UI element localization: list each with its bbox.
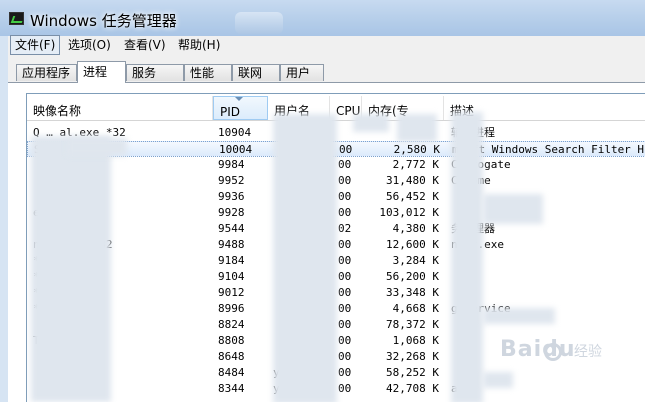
cell-memory: 78,372 K bbox=[386, 318, 439, 331]
cell-pid: 9012 bbox=[218, 286, 245, 299]
baidu-paw-icon bbox=[544, 343, 562, 361]
tab-networking[interactable]: 联网 bbox=[232, 64, 280, 81]
cell-cpu: 00 bbox=[338, 206, 352, 219]
cell-pid: 9952 bbox=[218, 174, 245, 187]
cell-memory: 12,600 K bbox=[386, 238, 439, 251]
cell-memory: 2,772 K bbox=[392, 158, 439, 171]
tab-performance[interactable]: 性能 bbox=[184, 64, 232, 81]
tab-strip: 应用程序 进程 服务 性能 联网 用户 bbox=[8, 56, 645, 83]
tab-processes[interactable]: 进程 bbox=[77, 61, 126, 83]
cell-memory: 4,380 K bbox=[392, 222, 439, 235]
cell-pid: 8996 bbox=[218, 302, 245, 315]
blur-overlay-desc3 bbox=[483, 308, 555, 324]
cell-memory: 2,580 K bbox=[393, 143, 440, 156]
cell-pid: 8824 bbox=[218, 318, 245, 331]
cell-cpu: 00 bbox=[338, 190, 352, 203]
cell-cpu: 00 bbox=[338, 174, 352, 187]
window-title: Windows 任务管理器 bbox=[30, 12, 177, 30]
cell-pid: 9936 bbox=[218, 190, 245, 203]
menu-options[interactable]: 选项(O) bbox=[64, 36, 115, 54]
blur-overlay-row2 bbox=[67, 138, 127, 156]
cell-memory: 103,012 K bbox=[379, 206, 439, 219]
cell-memory: 32,268 K bbox=[386, 350, 439, 363]
cell-pid: 9544 bbox=[218, 222, 245, 235]
blur-overlay-mem-top bbox=[397, 114, 437, 142]
column-pid-label: PID bbox=[220, 105, 241, 119]
tab-applications[interactable]: 应用程序 bbox=[16, 64, 77, 81]
column-pid[interactable]: PID bbox=[213, 96, 268, 120]
tab-users[interactable]: 用户 bbox=[280, 64, 324, 81]
blur-overlay-cpu-top bbox=[353, 114, 389, 132]
cell-cpu: 00 bbox=[338, 334, 352, 347]
blur-overlay-desc2 bbox=[483, 194, 543, 224]
cell-cpu: 00 bbox=[339, 143, 353, 156]
window-glass-highlight bbox=[235, 12, 283, 34]
blur-overlay-names bbox=[31, 136, 111, 402]
cell-cpu: 00 bbox=[338, 254, 352, 267]
cell-pid: 8648 bbox=[218, 350, 245, 363]
cell-pid: 9488 bbox=[218, 238, 245, 251]
cell-memory: 56,452 K bbox=[386, 190, 439, 203]
cell-pid: 10904 bbox=[218, 126, 252, 139]
cell-memory: 58,252 K bbox=[386, 366, 439, 379]
title-bar[interactable]: Windows 任务管理器 bbox=[0, 0, 645, 36]
cell-cpu: 00 bbox=[338, 158, 352, 171]
cell-cpu: 00 bbox=[338, 350, 352, 363]
menu-file[interactable]: 文件(F) bbox=[10, 35, 61, 55]
cell-pid: 9104 bbox=[218, 270, 245, 283]
cell-memory: 3,284 K bbox=[392, 254, 439, 267]
cell-cpu: 00 bbox=[338, 382, 352, 395]
blur-overlay-users bbox=[273, 114, 337, 402]
cell-memory: 31,480 K bbox=[386, 174, 439, 187]
watermark-sub: 经验 bbox=[574, 344, 602, 360]
cell-cpu: 02 bbox=[338, 222, 352, 235]
sort-descending-icon bbox=[235, 97, 243, 101]
cell-memory: 4,668 K bbox=[392, 302, 439, 315]
baidu-watermark: Baidu 经验 bbox=[500, 337, 620, 377]
watermark-brand: Baidu bbox=[500, 337, 576, 362]
blur-overlay-desc bbox=[451, 112, 483, 402]
cell-pid: 8808 bbox=[218, 334, 245, 347]
cell-memory: 33,348 K bbox=[386, 286, 439, 299]
cell-pid: 8344 bbox=[218, 382, 245, 395]
cell-pid: 9184 bbox=[218, 254, 245, 267]
cell-pid: 10004 bbox=[219, 143, 253, 156]
menu-help[interactable]: 帮助(H) bbox=[174, 36, 224, 54]
cell-cpu: 00 bbox=[338, 238, 352, 251]
cell-pid: 9928 bbox=[218, 206, 245, 219]
cell-cpu: 00 bbox=[338, 302, 352, 315]
cell-cpu: 00 bbox=[338, 318, 352, 331]
cell-cpu: 00 bbox=[338, 286, 352, 299]
task-manager-icon bbox=[9, 12, 24, 25]
cell-pid: 8484 bbox=[218, 366, 245, 379]
menu-view[interactable]: 查看(V) bbox=[120, 36, 170, 54]
menu-bar: 文件(F) 选项(O) 查看(V) 帮助(H) bbox=[8, 35, 645, 56]
cell-cpu: 00 bbox=[338, 270, 352, 283]
cell-memory: 42,708 K bbox=[386, 382, 439, 395]
cell-memory: 1,068 K bbox=[392, 334, 439, 347]
cell-memory: 56,200 K bbox=[386, 270, 439, 283]
column-image-name[interactable]: 映像名称 bbox=[27, 96, 213, 120]
cell-pid: 9984 bbox=[218, 158, 245, 171]
tab-services[interactable]: 服务 bbox=[126, 64, 184, 81]
cell-cpu: 00 bbox=[338, 366, 352, 379]
